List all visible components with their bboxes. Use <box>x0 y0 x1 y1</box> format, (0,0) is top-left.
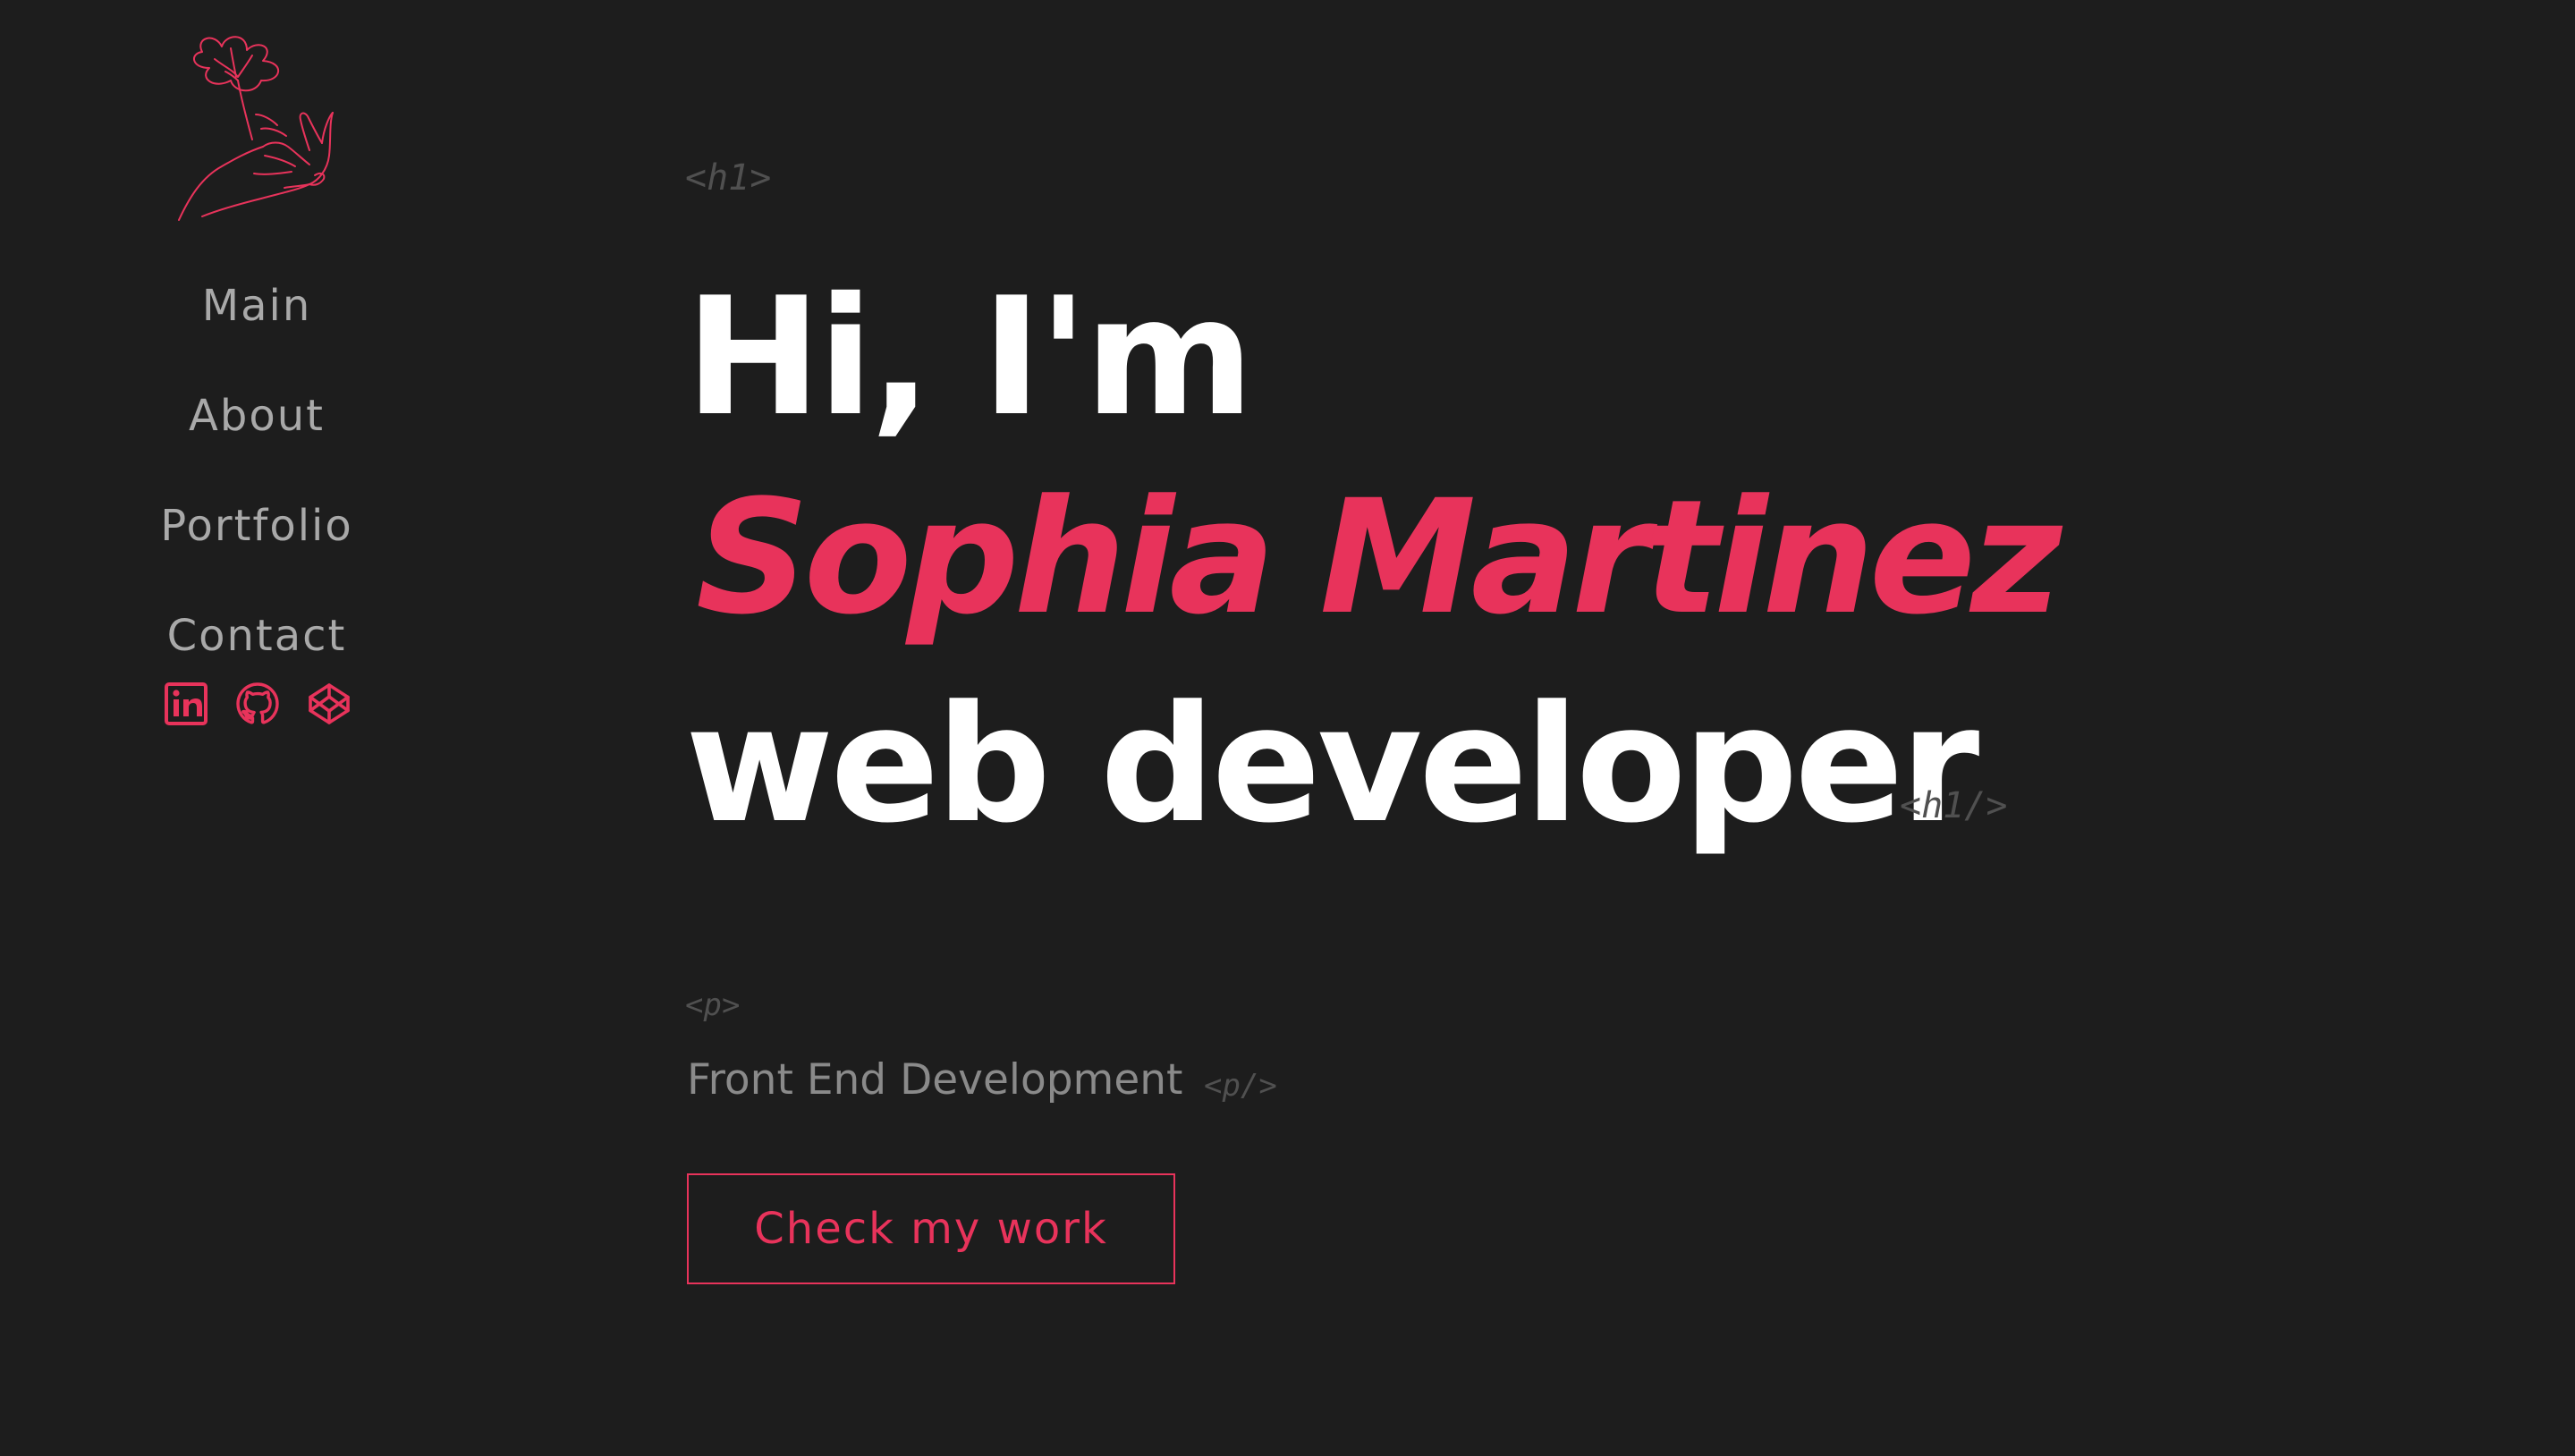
nav-item-main: Main <box>0 250 513 360</box>
hero-greeting: Hi, I'm <box>685 262 1254 452</box>
nav-item-portfolio: Portfolio <box>0 470 513 580</box>
social-links <box>164 681 352 726</box>
hero-role: web developer <box>685 672 1979 859</box>
h1-open-tag: <h1> <box>685 157 772 199</box>
p-close-tag: <p/> <box>1204 1068 1277 1104</box>
linkedin-link[interactable] <box>164 681 208 726</box>
nav-link-main[interactable]: Main <box>202 281 312 331</box>
hero-subtitle: Front End Development <box>687 1055 1183 1105</box>
github-icon <box>236 682 279 724</box>
nav-link-portfolio[interactable]: Portfolio <box>160 501 352 551</box>
codepen-icon <box>309 683 350 724</box>
main-nav: Main About Portfolio Contact <box>0 250 513 690</box>
nav-item-about: About <box>0 360 513 470</box>
hero-name: Sophia Martinez <box>696 466 2063 649</box>
sidebar: Main About Portfolio Contact <box>0 0 513 1456</box>
check-my-work-button[interactable]: Check my work <box>687 1173 1175 1284</box>
linkedin-icon <box>165 682 208 725</box>
nav-item-contact: Contact <box>0 580 513 690</box>
codepen-link[interactable] <box>307 681 352 726</box>
github-link[interactable] <box>235 681 280 726</box>
nav-link-contact[interactable]: Contact <box>167 611 347 661</box>
flower-in-hand-icon[interactable] <box>175 30 343 224</box>
p-open-tag: <p> <box>685 987 741 1023</box>
h1-close-tag: <h1/> <box>1900 785 2008 826</box>
nav-link-about[interactable]: About <box>189 391 325 441</box>
